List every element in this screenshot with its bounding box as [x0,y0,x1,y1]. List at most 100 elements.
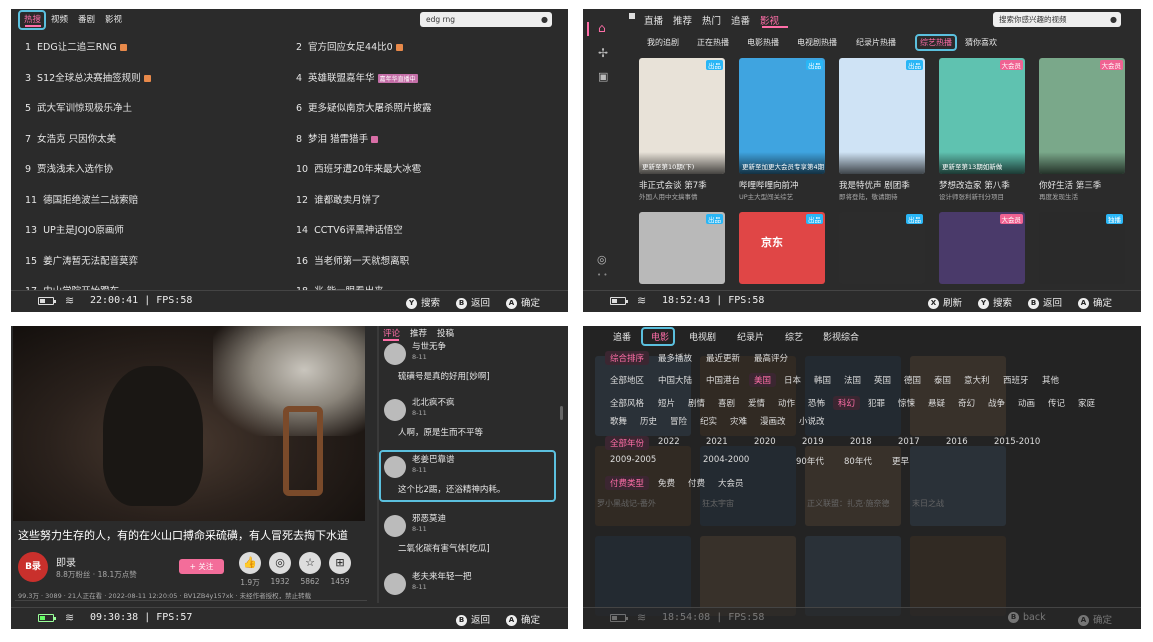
nav-5[interactable]: 影视综合 [823,330,859,343]
nav-4[interactable]: 综艺 [785,330,803,343]
hot-search-item[interactable]: 13 UP主是JOJO原画师 [25,222,124,236]
subtab-5[interactable]: 综艺热播 [915,34,957,51]
hint-a[interactable]: A 确定 [506,295,540,309]
hot-search-item[interactable]: 1 EDG让二追三RNG [25,39,127,53]
card-title[interactable]: 你好生活 第三季 [1039,179,1129,191]
year-option-0[interactable]: 全部年份 [605,436,650,450]
region-option-3[interactable]: 美国 [749,373,777,387]
video-card[interactable]: 出品 [839,58,925,174]
subtab-1[interactable]: 正在热播 [697,37,729,48]
search-input[interactable]: edg rng ● [420,12,552,27]
video-card[interactable]: 独播 [1039,212,1125,284]
style-option-4[interactable]: 爱情 [743,396,770,410]
subtab-4[interactable]: 纪录片热播 [856,37,896,48]
card-title[interactable]: 梦想改造家 第八季 [939,179,1029,191]
hint-a[interactable]: A 确定 [1078,612,1112,626]
hot-search-item[interactable]: 11 德国拒绝波兰二战索赔 [25,192,138,206]
year-option-4[interactable]: 2019 [797,436,829,448]
region-option-10[interactable]: 意大利 [959,373,995,387]
hot-search-item[interactable]: 5 武大军训惊现极乐净土 [25,100,132,114]
region-option-1[interactable]: 中国大陆 [653,373,697,387]
tab-3[interactable]: 影视 [105,13,122,25]
comment-tab-0[interactable]: 评论 [383,327,400,339]
tv-icon[interactable]: ▣ [598,70,608,83]
hint-a[interactable]: A 确定 [1078,295,1112,309]
nav-prev-icon[interactable] [629,13,635,19]
hot-search-item[interactable]: 6 更多疑似南京大屠杀照片披露 [296,100,432,114]
hint-y[interactable]: Y 搜索 [978,295,1012,309]
video-card[interactable]: 出品 京东 [739,212,825,284]
subtab-2[interactable]: 电影热播 [747,37,779,48]
video-card[interactable]: 大会员 [939,212,1025,284]
year-option-5[interactable]: 2018 [845,436,877,448]
hot-search-item[interactable]: 12 谁都敢卖月饼了 [296,192,381,206]
style-option-5[interactable]: 动作 [773,396,800,410]
style-option-1[interactable]: 短片 [653,396,680,410]
sort-option-3[interactable]: 最高评分 [749,351,793,365]
year-option-11[interactable]: 90年代 [791,454,829,468]
style-option-19[interactable]: 纪实 [695,414,722,428]
hot-search-item[interactable]: 9 贾浅浅未入选作协 [25,161,113,175]
home-icon[interactable]: ⌂ [598,21,606,35]
uploader-avatar[interactable]: B录 [18,552,48,582]
tab-0[interactable]: 热搜 [24,13,41,25]
star-icon[interactable]: ☆ [299,552,321,574]
year-option-13[interactable]: 更早 [887,454,914,468]
hint-b[interactable]: Bback [1008,612,1046,623]
tab-2[interactable]: 番剧 [78,13,95,25]
nav-0[interactable]: 追番 [613,330,631,343]
fan-icon[interactable]: ✢ [598,46,608,60]
subtab-0[interactable]: 我的追剧 [647,37,679,48]
style-option-10[interactable]: 悬疑 [923,396,950,410]
subtab-3[interactable]: 电视剧热播 [797,37,837,48]
hint-b[interactable]: B 返回 [456,295,490,309]
year-option-6[interactable]: 2017 [893,436,925,448]
style-option-13[interactable]: 动画 [1013,396,1040,410]
region-option-6[interactable]: 法国 [839,373,866,387]
hint-b[interactable]: B 返回 [1028,295,1062,309]
nav-0[interactable]: 直播 [644,13,663,27]
hot-search-item[interactable]: 15 姜广涛暂无法配音莫弈 [25,253,138,267]
region-option-11[interactable]: 西班牙 [998,373,1034,387]
nav-3[interactable]: 纪录片 [737,330,764,343]
style-option-7[interactable]: 科幻 [833,396,861,410]
video-card[interactable]: 大会员 [1039,58,1125,174]
style-option-20[interactable]: 灾难 [725,414,752,428]
region-option-5[interactable]: 韩国 [809,373,836,387]
comment-avatar[interactable] [384,343,406,365]
year-option-9[interactable]: 2009-2005 [605,454,661,466]
year-option-1[interactable]: 2022 [653,436,685,448]
hint-x[interactable]: X 刷新 [928,295,962,309]
card-title[interactable]: 哔哩哔哩向前冲 [739,179,829,191]
comment-tab-2[interactable]: 投稿 [437,327,454,339]
comment-author[interactable]: 老夫来年轻一把 [412,570,472,582]
hot-search-item[interactable]: 3 S12全球总决赛抽签规则 [25,70,151,84]
comment-avatar[interactable] [384,515,406,537]
comment-avatar[interactable] [384,573,406,595]
pay-option-0[interactable]: 付费类型 [605,476,650,490]
coin-icon[interactable]: ◎ [269,552,291,574]
card-title[interactable]: 非正式会谈 第7季 [639,179,729,191]
style-option-21[interactable]: 漫画改 [755,414,791,428]
comment-avatar[interactable] [384,399,406,421]
nav-2[interactable]: 热门 [702,13,721,27]
region-option-9[interactable]: 泰国 [929,373,956,387]
tab-1[interactable]: 视频 [51,13,68,25]
region-option-12[interactable]: 其他 [1037,373,1064,387]
share-icon[interactable]: ⊞ [329,552,351,574]
style-option-18[interactable]: 冒险 [665,414,692,428]
region-option-4[interactable]: 日本 [779,373,806,387]
settings-icon[interactable]: ◎ [597,253,607,266]
video-card[interactable]: 更新至第13期如新做 大会员 [939,58,1025,174]
style-option-0[interactable]: 全部风格 [605,396,649,410]
style-option-22[interactable]: 小说改 [794,414,830,428]
hot-search-item[interactable]: 2 官方回应女足44比0 [296,39,403,53]
pay-option-3[interactable]: 大会员 [713,476,749,490]
sort-option-0[interactable]: 综合排序 [605,351,650,365]
style-option-17[interactable]: 历史 [635,414,662,428]
hot-search-item[interactable]: 7 女浩克 只因你太美 [25,131,116,145]
subtab-6[interactable]: 猜你喜欢 [965,37,997,48]
region-option-2[interactable]: 中国港台 [701,373,745,387]
nav-2[interactable]: 电视剧 [689,330,716,343]
comment-author[interactable]: 老姜巴靠谱 [412,453,455,465]
